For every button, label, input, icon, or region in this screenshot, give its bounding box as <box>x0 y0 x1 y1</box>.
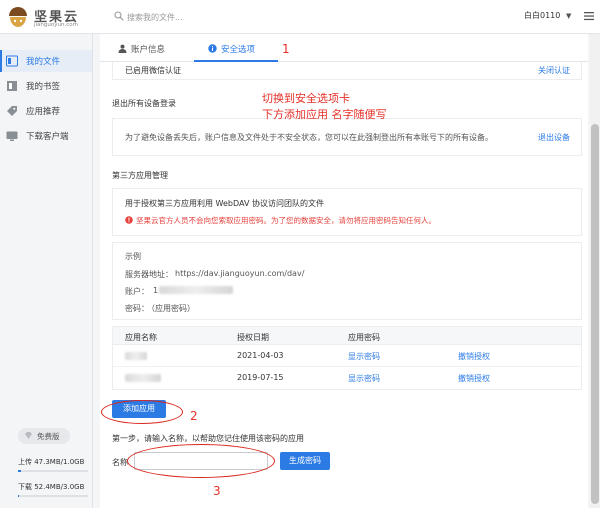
search-box[interactable] <box>114 9 414 25</box>
password-value: （应用密码） <box>147 304 195 313</box>
sidebar-item-bookmarks[interactable]: 我的书签 <box>0 75 92 97</box>
tab-label: 安全选项 <box>221 45 256 55</box>
table-row: 2019-07-15 显示密码 撤销授权 <box>113 367 581 389</box>
bookmark-icon <box>7 81 17 91</box>
account-value: 1 <box>153 286 159 295</box>
example-box: 示例 服务器地址： https://dav.jianguoyun.com/dav… <box>112 242 582 320</box>
annotation-number-2: 2 <box>190 409 198 423</box>
table-row: 2021-04-03 显示密码 撤销授权 <box>113 345 581 367</box>
logout-all-description: 为了避免设备丢失后，账户信息及文件处于不安全状态，您可以在此强制登出所有本账号下… <box>125 133 493 142</box>
server-label: 服务器地址： <box>125 270 173 279</box>
third-party-box: 用于授权第三方应用利用 WebDAV 协议访问团队的文件 坚果云官方人员不会向您… <box>112 188 582 236</box>
annotation-number-3: 3 <box>213 484 221 498</box>
user-name[interactable]: 白白0110 <box>524 10 560 24</box>
password-label: 密码： <box>125 304 149 313</box>
disable-auth-link[interactable]: 关闭认证 <box>538 65 570 76</box>
show-password-link[interactable]: 显示密码 <box>348 351 380 362</box>
revoke-auth-link[interactable]: 撤销授权 <box>458 351 490 362</box>
generate-password-button[interactable]: 生成密码 <box>280 452 330 470</box>
app-name-redacted <box>125 374 161 382</box>
column-header: 应用密码 <box>348 333 380 342</box>
download-quota-bar <box>18 495 88 497</box>
user-menu-caret-icon[interactable]: ▼ <box>566 12 571 20</box>
info-icon <box>208 44 217 53</box>
table-header: 应用名称 授权日期 应用密码 <box>113 327 581 345</box>
auth-date: 2019-07-15 <box>237 373 284 382</box>
sidebar-item-label: 我的文件 <box>26 57 61 67</box>
add-app-step-text: 第一步，请输入名称，以帮助您记住使用该密码的应用 <box>112 434 304 443</box>
logout-devices-link[interactable]: 退出设备 <box>538 132 570 143</box>
example-title: 示例 <box>125 252 141 261</box>
folder-icon <box>6 55 18 67</box>
third-party-description: 用于授权第三方应用利用 WebDAV 协议访问团队的文件 <box>125 199 324 208</box>
wechat-auth-status: 已启用微信认证 <box>125 66 181 75</box>
server-address: https://dav.jianguoyun.com/dav/ <box>175 269 305 278</box>
app-name-label: 名称 <box>112 458 128 467</box>
download-quota: 下载 52.4MB/3.0GB <box>18 483 85 491</box>
plan-badge[interactable]: 免费版 <box>18 428 70 444</box>
app-password-table: 应用名称 授权日期 应用密码 2021-04-03 显示密码 撤销授权 2019… <box>112 326 582 390</box>
annotation-note-line-1: 切换到安全选项卡 <box>262 92 350 105</box>
top-bar: 坚果云 jianguoyun.com 白白0110 ▼ <box>0 0 600 34</box>
sidebar-item-label: 应用推荐 <box>26 107 61 117</box>
annotation-ellipse-add-app <box>101 400 183 424</box>
app-name-redacted <box>125 352 147 360</box>
sidebar-item-label: 下载客户端 <box>26 132 69 142</box>
search-input[interactable] <box>127 9 407 25</box>
password-warning: 坚果云官方人员不会向您索取应用密码。为了您的数据安全，请勿将应用密码告知任何人。 <box>136 216 436 225</box>
upload-quota-fill <box>18 470 22 472</box>
auth-date: 2021-04-03 <box>237 351 284 360</box>
tab-label: 账户信息 <box>131 45 166 55</box>
tab-bar: 账户信息 安全选项 <box>100 34 588 62</box>
annotation-note-line-2: 下方添加应用 名字随便写 <box>262 108 387 121</box>
app-logo[interactable]: 坚果云 jianguoyun.com <box>8 6 94 30</box>
tag-icon <box>7 106 17 116</box>
annotation-ellipse-name-input <box>127 444 275 478</box>
column-header: 应用名称 <box>125 333 157 342</box>
sidebar-item-recommended-apps[interactable]: 应用推荐 <box>0 100 92 122</box>
nut-logo-icon <box>9 7 27 27</box>
account-redacted <box>159 286 233 294</box>
sidebar-item-label: 我的书签 <box>26 82 61 92</box>
user-icon <box>118 44 127 53</box>
diamond-icon <box>25 432 32 439</box>
search-icon <box>114 11 124 21</box>
upload-quota: 上传 47.3MB/1.0GB <box>18 458 85 466</box>
wechat-auth-row: 已启用微信认证 关闭认证 <box>112 62 582 80</box>
page-scrollbar[interactable] <box>590 34 600 508</box>
revoke-auth-link[interactable]: 撤销授权 <box>458 373 490 384</box>
sidebar-item-my-files[interactable]: 我的文件 <box>0 50 92 72</box>
annotation-number-1: 1 <box>282 42 290 56</box>
logout-all-box: 为了避免设备丢失后，账户信息及文件处于不安全状态，您可以在此强制登出所有本账号下… <box>112 118 582 156</box>
logo-subtitle: jianguoyun.com <box>34 22 78 28</box>
download-quota-fill <box>18 495 20 497</box>
sidebar: 我的文件 我的书签 应用推荐 下载客户端 免费版 上传 47.3MB/1.0GB… <box>0 34 93 508</box>
hamburger-menu-icon[interactable] <box>584 11 594 21</box>
column-header: 授权日期 <box>237 333 269 342</box>
warning-icon <box>125 216 133 224</box>
sidebar-item-download-client[interactable]: 下载客户端 <box>0 125 92 147</box>
account-label: 账户： <box>125 287 149 296</box>
scrollbar-thumb[interactable] <box>591 124 599 504</box>
show-password-link[interactable]: 显示密码 <box>348 373 380 384</box>
upload-quota-bar <box>18 470 88 472</box>
logout-all-title: 退出所有设备登录 <box>112 99 176 108</box>
plan-label: 免费版 <box>37 432 60 441</box>
third-party-title: 第三方应用管理 <box>112 171 168 180</box>
monitor-icon <box>6 131 18 141</box>
